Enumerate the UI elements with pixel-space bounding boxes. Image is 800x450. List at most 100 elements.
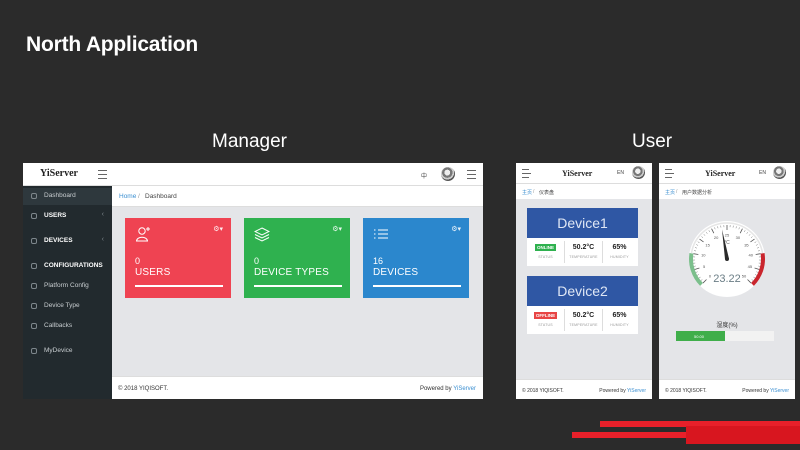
phone-footer: © 2018 YIQISOFT. Powered by YiServer xyxy=(659,379,795,399)
gauge-tick-label: 45 xyxy=(748,264,753,269)
users-icon xyxy=(31,213,37,219)
card-settings-icon[interactable]: ⚙▾ xyxy=(213,225,223,233)
temperature-label: TEMPERATURE xyxy=(569,323,598,327)
gauge-unit: °C xyxy=(724,240,730,246)
phone-body: 0 5 10 15 20 25 30 35 40 45 50 °C 23.22 湿度(%) 50.0… xyxy=(659,199,795,379)
sidebar-item-configurations[interactable]: CONFIGURATIONS xyxy=(23,258,112,275)
sidebar-item-dashboard[interactable]: Dashboard xyxy=(23,188,112,205)
powered-by: Powered by YiServer xyxy=(742,388,789,394)
breadcrumb-home-link[interactable]: 主页 xyxy=(522,189,532,196)
phone-body: Device1 ONLINE STATUS 50.2°C TEMPERATURE… xyxy=(516,199,652,379)
sidebar-item-callbacks[interactable]: Callbacks xyxy=(23,318,112,335)
layers-icon xyxy=(253,226,271,242)
config-icon xyxy=(31,263,37,269)
device-types-card[interactable]: ⚙▾ 0 DEVICE TYPES xyxy=(244,218,350,298)
settings-icon xyxy=(31,283,37,289)
menu-icon[interactable] xyxy=(467,170,476,179)
users-card[interactable]: ⚙▾ 0 USERS xyxy=(125,218,231,298)
temperature-value: 50.2°C xyxy=(572,244,595,251)
sidebar-item-mydevice[interactable]: MyDevice xyxy=(23,343,112,360)
card-divider xyxy=(254,285,342,287)
gauge-tick-label: 40 xyxy=(748,253,753,258)
temperature-gauge: 05101520253035404550 °C 23.22 xyxy=(689,221,765,297)
humidity-progress-fill: 50.00 xyxy=(676,331,725,341)
sidebar-item-devices[interactable]: DEVICES ‹ xyxy=(23,233,112,250)
phone-header: YiServer EN xyxy=(659,163,795,184)
breadcrumb-current: Dashboard xyxy=(145,193,177,200)
slide-title: North Application xyxy=(26,33,198,56)
phone-logo[interactable]: YiServer xyxy=(562,169,592,178)
gauge-panel: 0 5 10 15 20 25 30 35 40 45 50 °C 23.22 湿度(%) 50.0… xyxy=(659,199,795,379)
device-card[interactable]: Device2 OFFLINE STATUS 50.2°C TEMPERATUR… xyxy=(527,276,638,334)
sidebar-item-device-type[interactable]: Device Type xyxy=(23,298,112,315)
breadcrumb-current: 用户数据分析 xyxy=(682,190,713,196)
card-label: DEVICES xyxy=(373,267,419,278)
breadcrumb-home-link[interactable]: Home xyxy=(119,193,136,200)
gauge-tick-label: 20 xyxy=(714,235,719,240)
language-switch[interactable]: 中 xyxy=(421,171,427,180)
card-value: 0 xyxy=(135,256,141,266)
avatar[interactable] xyxy=(441,167,455,181)
powered-by-prefix: Powered by xyxy=(742,388,770,394)
card-value: 16 xyxy=(373,256,384,266)
card-settings-icon[interactable]: ⚙▾ xyxy=(451,225,461,233)
sidebar-item-label: Device Type xyxy=(44,302,80,309)
phone-logo[interactable]: YiServer xyxy=(705,169,735,178)
status-badge: ONLINE xyxy=(534,244,556,251)
status-badge: OFFLINE xyxy=(533,312,558,319)
manager-header: YiServer 中 xyxy=(23,163,483,186)
breadcrumb-separator: / xyxy=(676,189,678,195)
humidity-label: HUMIDITY xyxy=(610,323,629,327)
status-cell: OFFLINE STATUS xyxy=(527,309,564,331)
card-label: DEVICE TYPES xyxy=(254,267,330,278)
menu-toggle-icon[interactable] xyxy=(522,169,531,178)
gauge-tick-label: 30 xyxy=(736,235,741,240)
card-label: USERS xyxy=(135,267,171,278)
avatar[interactable] xyxy=(773,166,786,179)
menu-toggle-icon[interactable] xyxy=(665,169,674,178)
breadcrumb: Home / Dashboard xyxy=(112,186,483,207)
sidebar: Dashboard USERS ‹ DEVICES ‹ CONFIGURATIO… xyxy=(23,186,112,399)
humidity-cell: 65% HUMIDITY xyxy=(601,241,638,263)
powered-by: Powered by YiServer xyxy=(599,388,646,394)
powered-by: Powered by YiServer xyxy=(420,386,476,392)
mydevice-icon xyxy=(31,348,37,354)
device-name: Device2 xyxy=(527,276,638,306)
humidity-progress-label: 50.00 xyxy=(694,334,705,339)
breadcrumb-home-link[interactable]: 主页 xyxy=(665,189,675,196)
language-switch[interactable]: EN xyxy=(617,170,624,176)
list-icon xyxy=(373,226,389,242)
phone-header: YiServer EN xyxy=(516,163,652,184)
sidebar-item-label: USERS xyxy=(44,212,67,219)
temperature-cell: 50.2°C TEMPERATURE xyxy=(564,241,603,263)
powered-by-prefix: Powered by xyxy=(419,386,454,392)
avatar[interactable] xyxy=(632,166,645,179)
status-label: STATUS xyxy=(538,255,553,259)
user-label: User xyxy=(632,131,673,152)
humidity-cell: 65% HUMIDITY xyxy=(601,309,638,331)
breadcrumb-current: 仪表盘 xyxy=(539,190,555,196)
sidebar-item-platform-config[interactable]: Platform Config xyxy=(23,278,112,295)
temperature-label: TEMPERATURE xyxy=(569,255,598,259)
copyright: © 2018 YIQISOFT. xyxy=(118,386,168,392)
sidebar-item-users[interactable]: USERS ‹ xyxy=(23,208,112,225)
status-cell: ONLINE STATUS xyxy=(527,241,564,263)
humidity-title: 湿度(%) xyxy=(716,323,738,329)
copyright: © 2018 YIQISOFT. xyxy=(522,388,564,394)
language-switch[interactable]: EN xyxy=(759,170,766,176)
sidebar-item-label: Dashboard xyxy=(44,192,76,199)
callback-icon xyxy=(31,323,37,329)
type-icon xyxy=(31,303,37,309)
gauge-tick-label: 15 xyxy=(705,242,710,247)
card-divider xyxy=(373,285,461,287)
card-settings-icon[interactable]: ⚙▾ xyxy=(332,225,342,233)
device-card[interactable]: Device1 ONLINE STATUS 50.2°C TEMPERATURE… xyxy=(527,208,638,266)
manager-logo[interactable]: YiServer xyxy=(40,168,78,179)
powered-by-link[interactable]: YiServer xyxy=(453,386,476,392)
menu-toggle-icon[interactable] xyxy=(98,170,107,179)
powered-by-link[interactable]: YiServer xyxy=(770,388,789,394)
device-name: Device1 xyxy=(527,208,638,238)
powered-by-link[interactable]: YiServer xyxy=(627,388,646,394)
gauge-hub xyxy=(725,257,729,261)
devices-card[interactable]: ⚙▾ 16 DEVICES xyxy=(363,218,469,298)
